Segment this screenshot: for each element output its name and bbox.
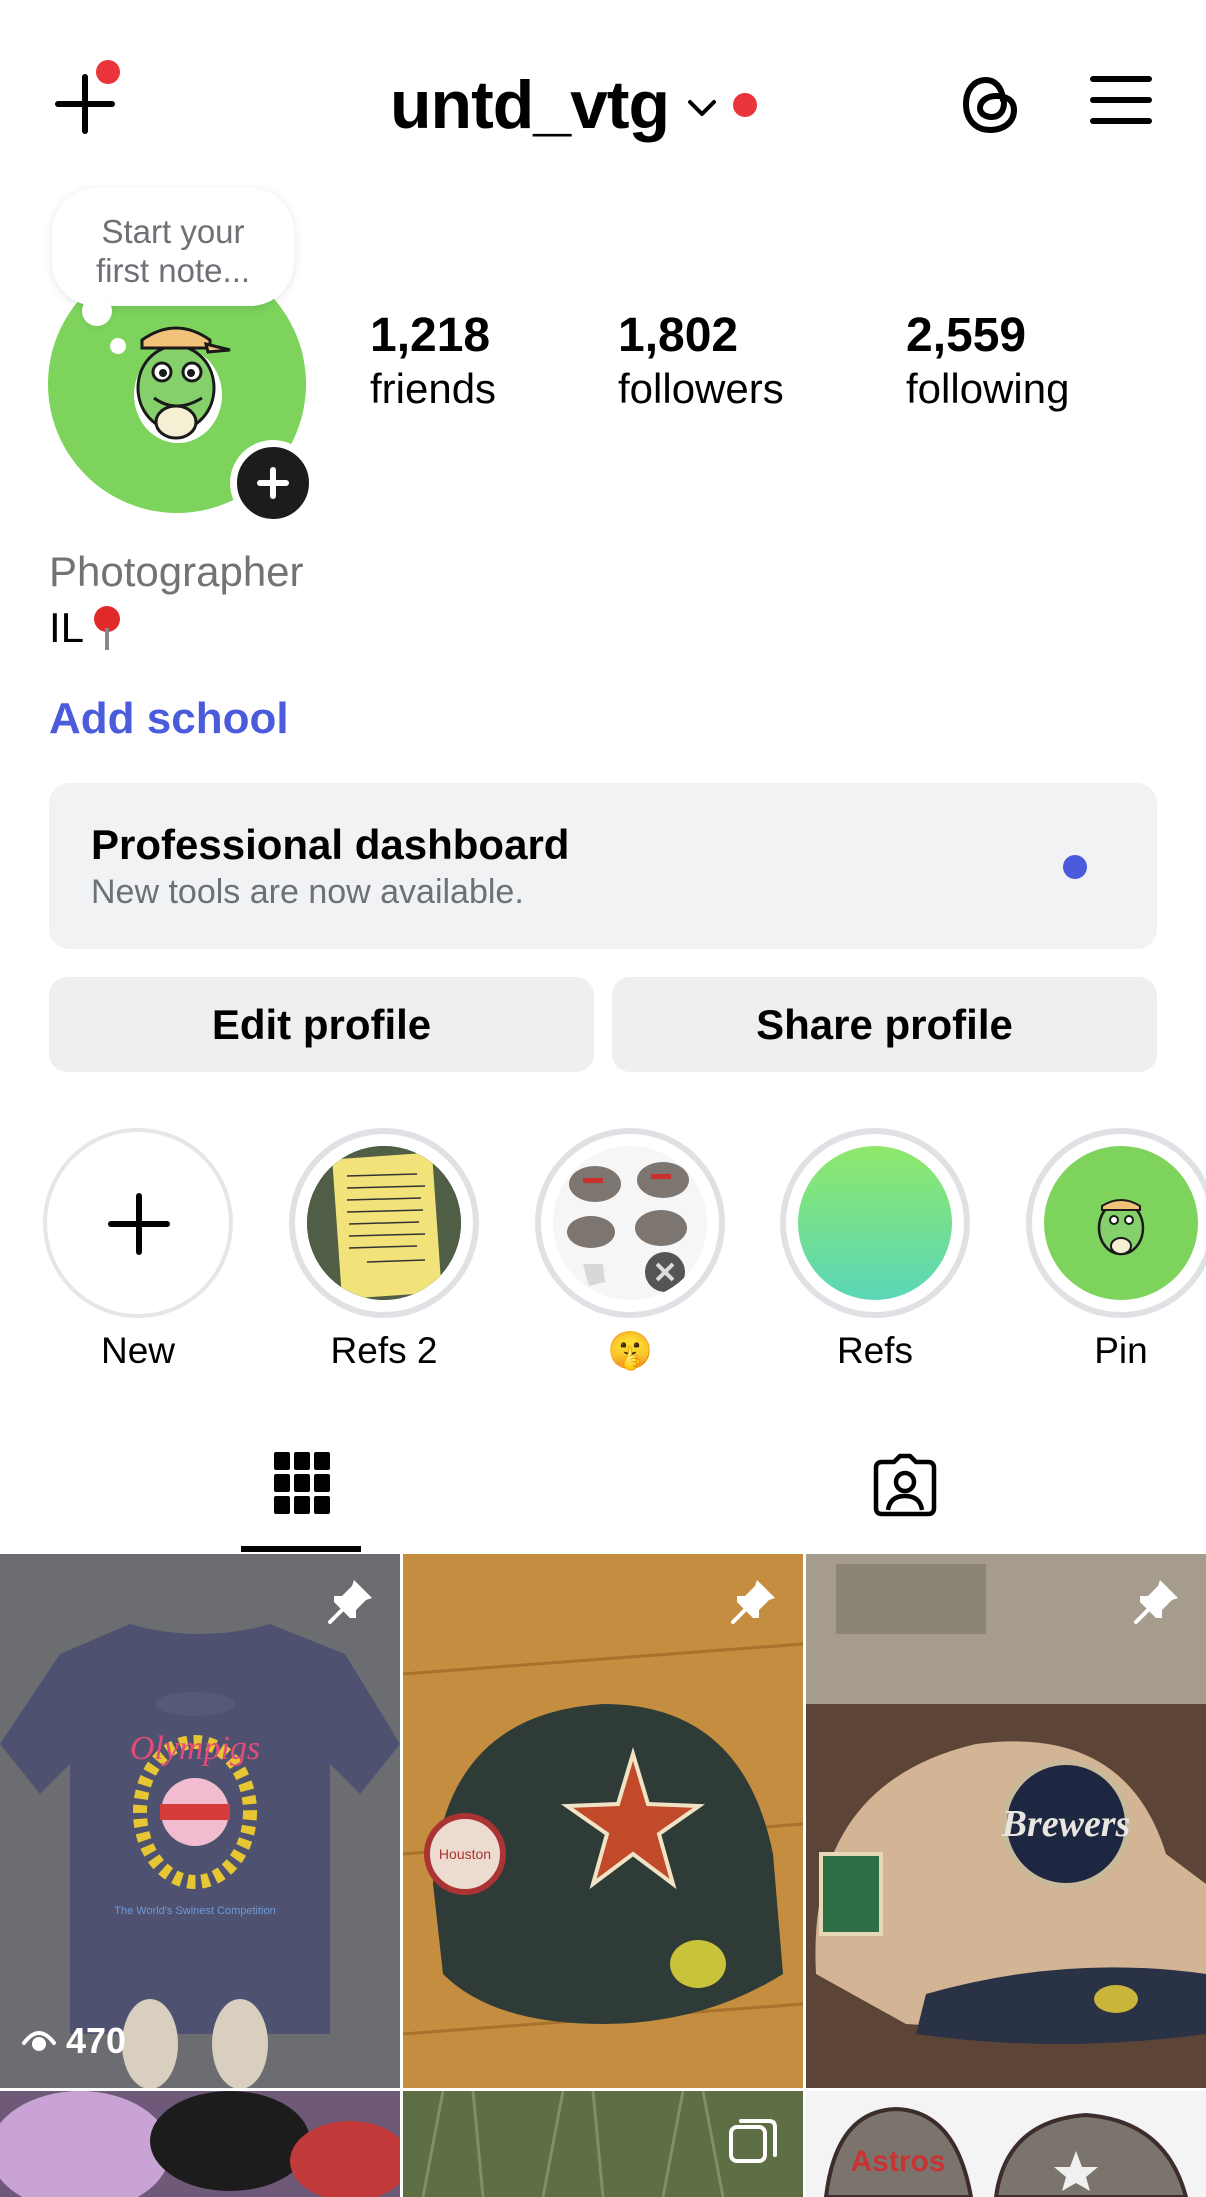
- note-bubble-tail: [110, 338, 126, 354]
- note-placeholder-line: first note...: [95, 252, 251, 289]
- menu-icon-bar: [1090, 118, 1152, 124]
- dinosaur-avatar-icon: [134, 326, 231, 443]
- post-image: Houston: [403, 1554, 803, 2088]
- bio-line: IL: [49, 604, 122, 652]
- profile-tabs: [0, 1440, 1206, 1554]
- highlight-cover: [1044, 1146, 1198, 1300]
- pinned-icon: [1134, 1580, 1178, 1624]
- plus-icon-bar: [136, 1193, 142, 1255]
- followers-stat[interactable]: 1,802 followers: [618, 308, 784, 414]
- svg-text:Brewers: Brewers: [1001, 1803, 1131, 1845]
- post-tile[interactable]: Brewers: [806, 1554, 1206, 2088]
- create-post-button[interactable]: [50, 60, 120, 140]
- professional-dashboard-card[interactable]: Professional dashboard New tools are now…: [49, 783, 1157, 949]
- caps-collage-image: [553, 1146, 707, 1300]
- menu-icon[interactable]: [1090, 74, 1152, 126]
- post-tile[interactable]: [403, 2091, 803, 2197]
- carousel-icon: [729, 2119, 777, 2163]
- pinned-icon: [328, 1580, 372, 1624]
- post-tile[interactable]: Astros: [806, 2091, 1206, 2197]
- highlight-ring: [289, 1128, 479, 1318]
- account-notification-dot: [733, 93, 758, 117]
- share-profile-button[interactable]: Share profile: [612, 977, 1157, 1072]
- view-count-value: 470: [66, 2020, 127, 2061]
- chevron-down-icon: [688, 100, 717, 116]
- stat-label: following: [906, 365, 1070, 412]
- svg-text:Olympigs: Olympigs: [130, 1730, 260, 1767]
- add-story-button[interactable]: [230, 440, 316, 526]
- plus-icon-bar: [270, 467, 276, 499]
- post-image: Olympigs The World's Swinest Competition: [0, 1554, 400, 2088]
- post-tile[interactable]: [0, 2091, 400, 2197]
- note-bubble[interactable]: Start your first note...: [52, 188, 294, 306]
- highlight-pin[interactable]: Pin: [1026, 1128, 1206, 1372]
- dashboard-new-indicator: [1063, 855, 1087, 879]
- account-switcher[interactable]: untd_vtg: [390, 60, 758, 150]
- bio-text: IL: [49, 604, 85, 651]
- note-bubble-tail: [82, 296, 112, 326]
- highlight-cover: [553, 1146, 707, 1300]
- highlight-ring: [1026, 1128, 1206, 1318]
- svg-text:Houston: Houston: [439, 1846, 491, 1862]
- profile-category: Photographer: [49, 548, 304, 595]
- handwritten-note-image: [307, 1146, 461, 1300]
- highlight-label: Pin: [1094, 1330, 1148, 1371]
- highlight-ring: [780, 1128, 970, 1318]
- highlight-new[interactable]: New: [43, 1128, 233, 1372]
- plus-icon-bar: [82, 74, 88, 134]
- menu-icon-bar: [1090, 97, 1152, 103]
- menu-icon-bar: [1090, 76, 1152, 82]
- username-title: untd_vtg: [390, 67, 670, 143]
- posts-grid: Olympigs The World's Swinest Competition…: [0, 1554, 1206, 2197]
- highlight-label: Refs 2: [330, 1330, 438, 1371]
- threads-icon[interactable]: [958, 70, 1022, 138]
- friends-stat[interactable]: 1,218 friends: [370, 308, 496, 414]
- highlight-cover: [307, 1146, 461, 1300]
- dashboard-title: Professional dashboard: [91, 821, 570, 868]
- post-tile[interactable]: Olympigs The World's Swinest Competition…: [0, 1554, 400, 2088]
- add-school-link[interactable]: Add school: [49, 694, 289, 744]
- svg-text:Astros: Astros: [850, 2145, 945, 2178]
- tagged-photos-icon[interactable]: [870, 1450, 940, 1520]
- tab-posts-grid[interactable]: [241, 1440, 361, 1554]
- stat-value: 1,802: [618, 309, 739, 362]
- highlight-label: New: [100, 1330, 176, 1371]
- view-count: 470: [22, 2020, 126, 2062]
- stat-label: friends: [370, 365, 497, 412]
- stat-value: 2,559: [906, 309, 1027, 362]
- edit-profile-button[interactable]: Edit profile: [49, 977, 594, 1072]
- svg-text:The World's Swinest Competitio: The World's Swinest Competition: [114, 1905, 275, 1917]
- highlight-label: 🤫: [606, 1330, 654, 1371]
- following-stat[interactable]: 2,559 following: [906, 308, 1069, 414]
- eye-icon: [22, 2031, 56, 2051]
- post-image: Brewers: [806, 1554, 1206, 2088]
- highlight-refs-2[interactable]: Refs 2: [289, 1128, 479, 1372]
- notification-dot: [96, 60, 120, 84]
- highlight-cover: [798, 1146, 952, 1300]
- highlight-ring: [535, 1128, 725, 1318]
- post-image: [0, 2091, 400, 2197]
- post-tile[interactable]: Houston: [403, 1554, 803, 2088]
- stat-value: 1,218: [370, 309, 491, 362]
- highlight-label: Refs: [836, 1330, 914, 1371]
- dashboard-subtitle: New tools are now available.: [91, 873, 524, 911]
- stat-label: followers: [618, 365, 784, 412]
- profile-header: untd_vtg: [0, 0, 1206, 190]
- post-image: Astros: [806, 2091, 1206, 2197]
- highlight-refs[interactable]: Refs: [780, 1128, 970, 1372]
- dinosaur-avatar-icon: [1097, 1199, 1145, 1256]
- highlight-ring: [43, 1128, 233, 1318]
- note-placeholder-line: Start your: [101, 213, 245, 250]
- active-tab-indicator: [241, 1546, 361, 1552]
- grid-icon: [274, 1452, 330, 1518]
- round-pushpin-icon: [92, 604, 122, 652]
- highlight-shush[interactable]: 🤫: [535, 1128, 725, 1373]
- pinned-icon: [731, 1580, 775, 1624]
